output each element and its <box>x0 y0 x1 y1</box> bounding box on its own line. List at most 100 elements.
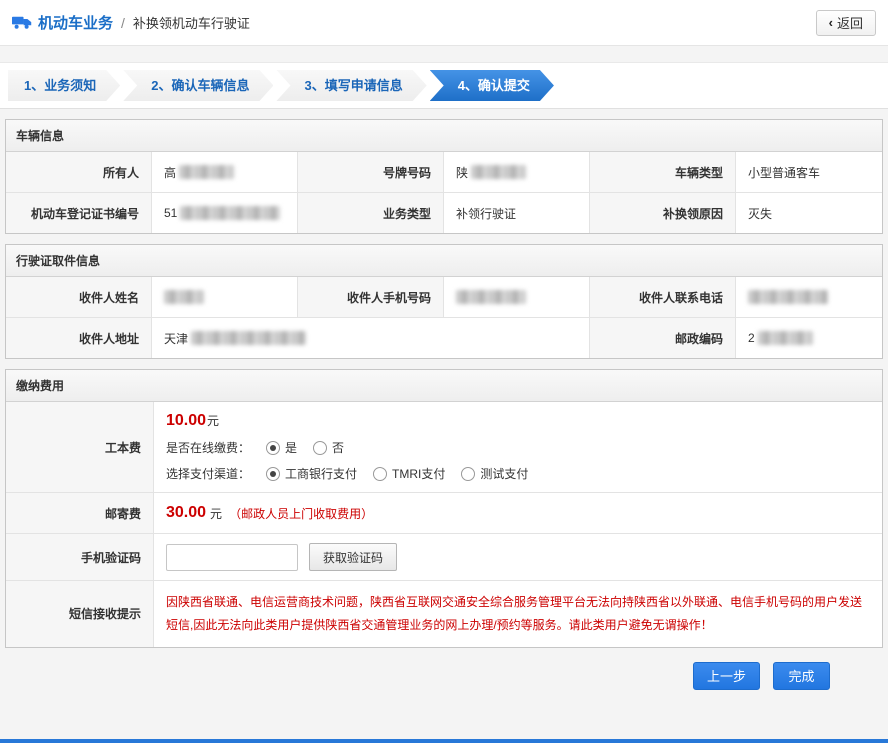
postage-note: （邮政人员上门收取费用） <box>229 506 374 521</box>
sms-code-label: 手机验证码 <box>6 534 154 580</box>
payment-channel-label: 选择支付渠道： <box>166 467 251 481</box>
recipient-name-value <box>152 277 298 317</box>
cost-amount-line: 10.00元 <box>166 412 219 430</box>
owner-value-prefix: 高 <box>164 165 177 180</box>
postage-unit: 元 <box>210 506 223 521</box>
table-row: 机动车登记证书编号 51 业务类型 补领行驶证 补换领原因 灭失 <box>6 192 882 233</box>
table-row: 收件人姓名 收件人手机号码 收件人联系电话 <box>6 277 882 317</box>
channel-icbc-option[interactable]: 工商银行支付 <box>266 465 357 482</box>
recipient-mobile-label: 收件人手机号码 <box>298 277 444 317</box>
sms-notice-label: 短信接收提示 <box>6 581 154 647</box>
page-title: 机动车业务 <box>38 15 114 32</box>
vehicle-type-value: 小型普通客车 <box>736 152 882 192</box>
breadcrumb: 机动车业务 / 补换领机动车行驶证 <box>12 12 250 33</box>
page-subtitle: 补换领机动车行驶证 <box>132 16 250 31</box>
table-row: 工本费 10.00元 是否在线缴费： 是 否 选择支付渠道： 工商银行支付 TM… <box>6 402 882 492</box>
channel-icbc-label[interactable]: 工商银行支付 <box>285 465 357 482</box>
table-row: 短信接收提示 因陕西省联通、电信运营商技术问题，陕西省互联网交通安全综合服务管理… <box>6 580 882 647</box>
cost-fee-label: 工本费 <box>6 402 154 492</box>
recipient-name-label: 收件人姓名 <box>6 277 152 317</box>
step-3-fill-application[interactable]: 3、填写申请信息 <box>276 70 426 101</box>
cost-unit: 元 <box>207 414 220 428</box>
postage-amount: 30.00 <box>166 504 207 521</box>
recipient-phone-label: 收件人联系电话 <box>590 277 736 317</box>
table-row: 邮寄费 30.00 元 （邮政人员上门收取费用） <box>6 492 882 533</box>
radio-unselected-icon[interactable] <box>313 440 328 455</box>
cost-amount: 10.00 <box>166 412 207 429</box>
recipient-address-value: 天津 <box>152 318 590 358</box>
truck-icon <box>12 15 32 30</box>
step-wizard: 1、业务须知 2、确认车辆信息 3、填写申请信息 4、确认提交 <box>0 62 888 109</box>
step-1-notice[interactable]: 1、业务须知 <box>8 70 120 101</box>
pickup-section-title: 行驶证取件信息 <box>6 245 882 277</box>
plate-value: 陕 <box>444 152 590 192</box>
reason-value: 灭失 <box>736 193 882 233</box>
redacted-recipient-name <box>164 290 204 304</box>
step-4-confirm-submit[interactable]: 4、确认提交 <box>430 70 554 101</box>
online-yes-label[interactable]: 是 <box>285 439 297 456</box>
table-row: 所有人 高 号牌号码 陕 车辆类型 小型普通客车 <box>6 152 882 192</box>
zip-code-prefix: 2 <box>748 331 755 345</box>
back-button[interactable]: ‹ 返回 <box>815 9 876 36</box>
channel-test-option[interactable]: 测试支付 <box>461 465 528 482</box>
recipient-phone-value <box>736 277 882 317</box>
redacted-recipient-phone <box>748 290 828 304</box>
registration-no-value: 51 <box>152 193 298 233</box>
business-type-label: 业务类型 <box>298 193 444 233</box>
plate-label: 号牌号码 <box>298 152 444 192</box>
recipient-mobile-value <box>444 277 590 317</box>
sms-code-input[interactable] <box>166 543 298 571</box>
recipient-address-prefix: 天津 <box>164 331 189 346</box>
payment-channel-row: 选择支付渠道： 工商银行支付 TMRI支付 测试支付 <box>166 465 528 482</box>
get-sms-code-button[interactable]: 获取验证码 <box>309 543 398 571</box>
channel-tmri-option[interactable]: TMRI支付 <box>373 465 445 482</box>
reason-label: 补换领原因 <box>590 193 736 233</box>
title-separator: / <box>121 14 125 31</box>
registration-no-prefix: 51 <box>164 206 178 220</box>
redacted-registration-no <box>180 206 281 220</box>
online-no-label[interactable]: 否 <box>332 439 344 456</box>
redacted-plate <box>471 165 527 179</box>
redacted-recipient-address <box>191 331 307 345</box>
footer-actions: 上一步 完成 <box>0 648 888 690</box>
table-row: 收件人地址 天津 邮政编码 2 <box>6 317 882 358</box>
channel-tmri-label[interactable]: TMRI支付 <box>392 465 445 482</box>
business-type-value: 补领行驶证 <box>444 193 590 233</box>
radio-unselected-icon[interactable] <box>461 466 476 481</box>
bottom-accent-bar <box>0 739 888 743</box>
step-2-confirm-vehicle[interactable]: 2、确认车辆信息 <box>123 70 273 101</box>
previous-step-button[interactable]: 上一步 <box>692 661 760 690</box>
cost-fee-value: 10.00元 是否在线缴费： 是 否 选择支付渠道： 工商银行支付 TMRI支付… <box>154 402 882 492</box>
radio-unselected-icon[interactable] <box>373 466 388 481</box>
pickup-info-section: 行驶证取件信息 收件人姓名 收件人手机号码 收件人联系电话 收件人地址 天津 邮… <box>5 244 883 359</box>
table-row: 手机验证码 获取验证码 <box>6 533 882 580</box>
radio-selected-icon[interactable] <box>266 440 281 455</box>
postage-fee-value: 30.00 元 （邮政人员上门收取费用） <box>154 493 882 533</box>
sms-notice-text: 因陕西省联通、电信运营商技术问题，陕西省互联网交通安全综合服务管理平台无法向持陕… <box>166 595 863 632</box>
vehicle-section-title: 车辆信息 <box>6 120 882 152</box>
finish-button[interactable]: 完成 <box>773 661 830 690</box>
chevron-left-icon: ‹ <box>828 15 833 30</box>
online-yes-option[interactable]: 是 <box>266 439 297 456</box>
payment-section-title: 缴纳费用 <box>6 370 882 402</box>
zip-code-label: 邮政编码 <box>590 318 736 358</box>
redacted-recipient-mobile <box>456 290 526 304</box>
back-button-label: 返回 <box>836 16 863 31</box>
vehicle-type-label: 车辆类型 <box>590 152 736 192</box>
online-payment-row: 是否在线缴费： 是 否 <box>166 439 344 456</box>
owner-value: 高 <box>152 152 298 192</box>
channel-test-label[interactable]: 测试支付 <box>480 465 528 482</box>
radio-selected-icon[interactable] <box>266 466 281 481</box>
online-payment-label: 是否在线缴费： <box>166 441 251 455</box>
vehicle-info-section: 车辆信息 所有人 高 号牌号码 陕 车辆类型 小型普通客车 机动车登记证书编号 … <box>5 119 883 234</box>
owner-label: 所有人 <box>6 152 152 192</box>
registration-no-label: 机动车登记证书编号 <box>6 193 152 233</box>
recipient-address-label: 收件人地址 <box>6 318 152 358</box>
online-no-option[interactable]: 否 <box>313 439 344 456</box>
redacted-zip-code <box>757 331 813 345</box>
plate-value-prefix: 陕 <box>456 165 469 180</box>
redacted-owner <box>179 165 235 179</box>
sms-notice-value: 因陕西省联通、电信运营商技术问题，陕西省互联网交通安全综合服务管理平台无法向持陕… <box>154 581 882 647</box>
payment-section: 缴纳费用 工本费 10.00元 是否在线缴费： 是 否 选择支付渠道： 工商银行… <box>5 369 883 648</box>
sms-code-row: 获取验证码 <box>154 534 882 580</box>
